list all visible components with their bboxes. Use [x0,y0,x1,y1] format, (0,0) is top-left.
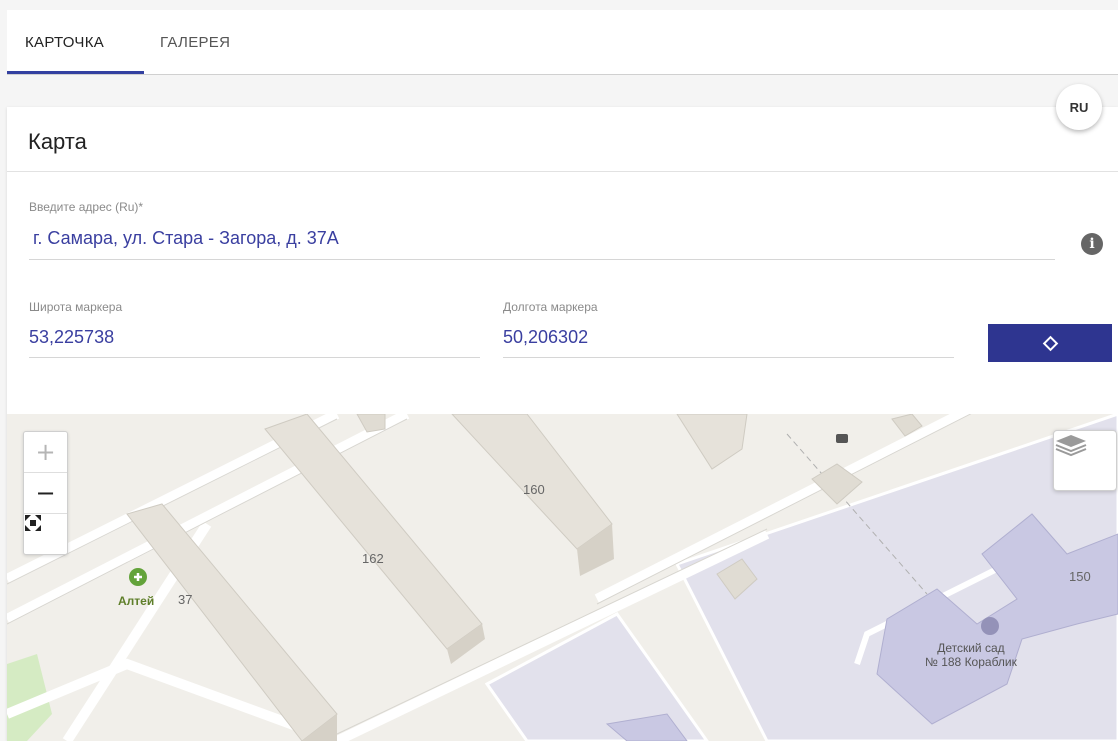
tab-bar: КАРТОЧКА ГАЛЕРЕЯ [7,10,1118,75]
house-number-160: 160 [523,482,545,497]
locate-icon [1042,335,1058,351]
card-title: Карта [28,129,87,154]
longitude-underline [503,357,954,358]
locate-marker-button[interactable] [988,324,1112,362]
zoom-out-button[interactable]: − [24,473,67,513]
school-territory [484,612,709,741]
poi-label-altei: Алтей [118,594,155,608]
latitude-input[interactable]: 53,225738 [29,327,114,348]
active-tab-indicator [7,71,144,74]
layers-icon [1055,435,1087,457]
tab-gallery[interactable]: ГАЛЕРЕЯ [160,34,230,51]
fullscreen-icon [25,515,41,531]
entrance-icon [836,434,848,443]
info-icon[interactable]: i [1081,233,1103,255]
longitude-label: Долгота маркера [503,300,598,314]
zoom-in-button[interactable]: + [24,432,67,472]
zoom-control: + − [23,431,68,555]
longitude-input[interactable]: 50,206302 [503,327,588,348]
layers-button[interactable] [1053,430,1117,491]
language-button[interactable]: RU [1056,84,1102,130]
house-number-150: 150 [1069,569,1091,584]
fullscreen-button[interactable] [24,514,67,554]
kindergarten-icon[interactable] [981,617,999,635]
house-number-162: 162 [362,551,384,566]
tab-card[interactable]: КАРТОЧКА [25,34,104,51]
address-underline [29,259,1055,260]
map-view[interactable]: + − 160 162 37 150 Алтей Детский сад № 1… [7,414,1118,741]
address-input[interactable]: г. Самара, ул. Стара - Загора, д. 37А [33,228,339,249]
house-number-37: 37 [178,592,193,607]
map-canvas [7,414,1118,741]
latitude-underline [29,357,480,358]
kindergarten-label-line1: Детский сад [937,641,1005,655]
card-divider [7,171,1118,172]
kindergarten-label-line2: № 188 Кораблик [925,655,1017,669]
address-label: Введите адрес (Ru)* [29,200,144,214]
latitude-label: Широта маркера [29,300,123,314]
kindergarten-label: Детский сад № 188 Кораблик [925,641,1017,669]
